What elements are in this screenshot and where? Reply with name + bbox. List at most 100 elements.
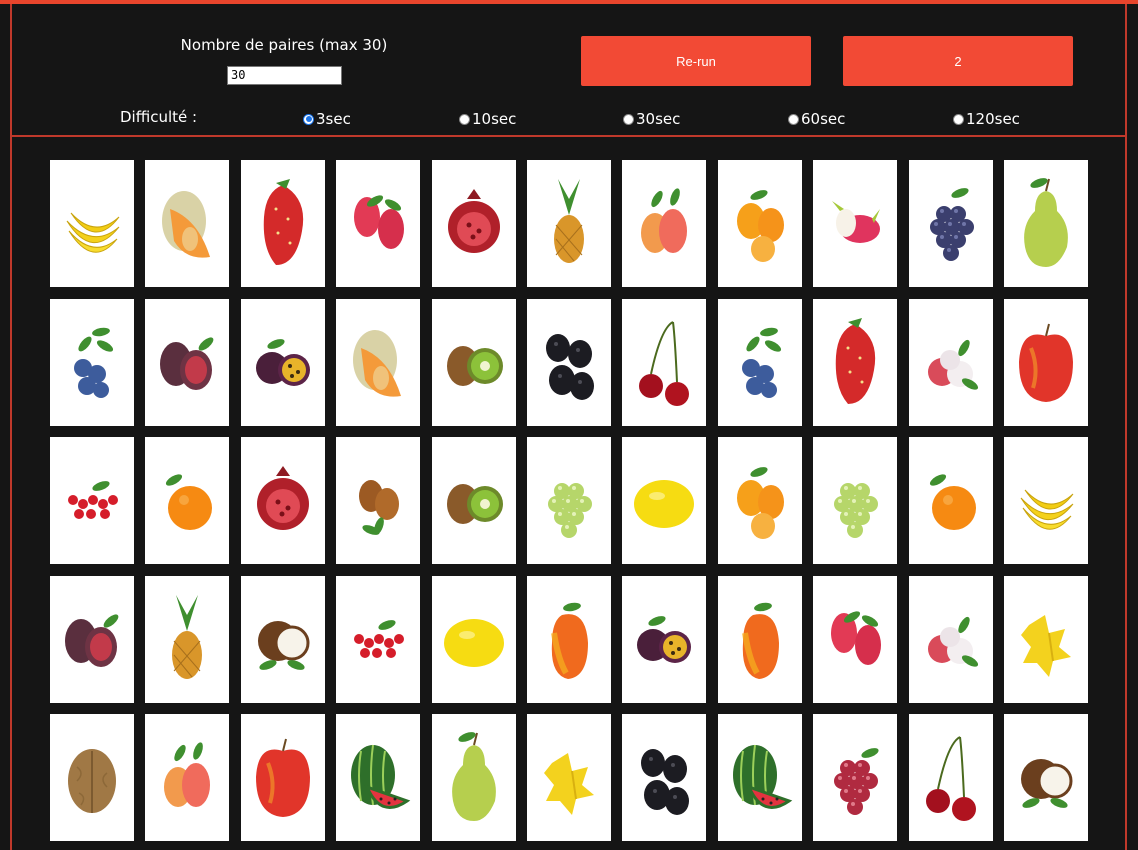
radio-icon[interactable] (459, 113, 470, 125)
grapes-green-icon (548, 482, 592, 538)
card-hazelnut[interactable] (336, 437, 420, 564)
card-redcurrant[interactable] (50, 437, 134, 564)
radio-icon[interactable] (303, 113, 314, 125)
card-passionfruit[interactable] (622, 576, 706, 703)
difficulty-option-120sec[interactable]: 120sec (953, 110, 1020, 128)
card-banana[interactable] (50, 160, 134, 287)
card-pineapple[interactable] (145, 576, 229, 703)
card-kumquat[interactable] (718, 160, 802, 287)
grapes-purple-icon (930, 187, 974, 261)
pineapple-icon (172, 594, 202, 679)
pairs-input[interactable]: 30 (227, 66, 342, 85)
strawberry-icon (835, 317, 876, 404)
card-blueberry[interactable] (718, 299, 802, 426)
card-pomegranate[interactable] (241, 437, 325, 564)
difficulty-option-label: 120sec (966, 110, 1020, 128)
fig-icon (160, 336, 214, 390)
card-strawberry[interactable] (241, 160, 325, 287)
difficulty-option-10sec[interactable]: 10sec (459, 110, 516, 128)
grapes-green-icon (834, 482, 878, 538)
card-pomegranate[interactable] (432, 160, 516, 287)
pomegranate-icon (448, 188, 500, 253)
card-lychee[interactable] (909, 576, 993, 703)
apple-icon (1019, 323, 1073, 402)
lemon-icon (634, 479, 694, 528)
card-dragonfruit[interactable] (813, 160, 897, 287)
card-lemon[interactable] (432, 576, 516, 703)
difficulty-option-3sec[interactable]: 3sec (303, 110, 351, 128)
kiwi-icon (447, 345, 503, 386)
radio-icon[interactable] (953, 113, 964, 125)
card-raspberry[interactable] (336, 160, 420, 287)
grapes-red-icon (834, 747, 879, 815)
card-strawberry[interactable] (813, 299, 897, 426)
card-mango[interactable] (527, 576, 611, 703)
card-kiwi[interactable] (432, 299, 516, 426)
radio-icon[interactable] (623, 113, 634, 125)
difficulty-option-30sec[interactable]: 30sec (623, 110, 680, 128)
card-raspberry[interactable] (813, 576, 897, 703)
card-starfruit[interactable] (1004, 576, 1088, 703)
radio-icon[interactable] (788, 113, 799, 125)
card-cantaloupe[interactable] (336, 299, 420, 426)
card-lychee[interactable] (909, 299, 993, 426)
raspberry-icon (354, 194, 404, 249)
card-cherry[interactable] (622, 299, 706, 426)
passionfruit-icon (256, 338, 310, 386)
card-cantaloupe[interactable] (145, 160, 229, 287)
card-kumquat[interactable] (718, 437, 802, 564)
orange-icon (165, 473, 212, 530)
card-coconut[interactable] (1004, 714, 1088, 841)
orange-icon (929, 473, 976, 530)
cantaloupe-icon (162, 190, 210, 258)
card-banana[interactable] (1004, 437, 1088, 564)
card-apple[interactable] (1004, 299, 1088, 426)
card-grapes-purple[interactable] (909, 160, 993, 287)
cherry-icon (926, 735, 976, 821)
banana-icon (1020, 489, 1074, 530)
card-blueberry[interactable] (50, 299, 134, 426)
difficulty-option-label: 3sec (316, 110, 351, 128)
card-passionfruit[interactable] (241, 299, 325, 426)
walnut-icon (68, 748, 116, 813)
hazelnut-icon (359, 479, 399, 535)
difficulty-label: Difficulté : (120, 108, 198, 126)
card-cherry[interactable] (909, 714, 993, 841)
difficulty-option-60sec[interactable]: 60sec (788, 110, 845, 128)
card-lemon[interactable] (622, 437, 706, 564)
card-grapes-green[interactable] (527, 437, 611, 564)
card-peach[interactable] (145, 714, 229, 841)
card-fig[interactable] (145, 299, 229, 426)
card-blackberry[interactable] (622, 714, 706, 841)
card-orange[interactable] (145, 437, 229, 564)
card-watermelon[interactable] (718, 714, 802, 841)
card-peach[interactable] (622, 160, 706, 287)
card-watermelon[interactable] (336, 714, 420, 841)
lychee-icon (928, 339, 979, 390)
cherry-icon (639, 320, 689, 406)
blueberry-icon (742, 327, 782, 398)
card-pear[interactable] (1004, 160, 1088, 287)
card-redcurrant[interactable] (336, 576, 420, 703)
card-pineapple[interactable] (527, 160, 611, 287)
card-pear[interactable] (432, 714, 516, 841)
card-apple[interactable] (241, 714, 325, 841)
card-blackberry[interactable] (527, 299, 611, 426)
counter-button[interactable]: 2 (843, 36, 1073, 86)
rerun-button[interactable]: Re-run (581, 36, 811, 86)
watermelon-icon (733, 744, 793, 809)
card-starfruit[interactable] (527, 714, 611, 841)
card-grapes-green[interactable] (813, 437, 897, 564)
blueberry-icon (74, 327, 114, 398)
card-kiwi[interactable] (432, 437, 516, 564)
card-fig[interactable] (50, 576, 134, 703)
card-orange[interactable] (909, 437, 993, 564)
card-coconut[interactable] (241, 576, 325, 703)
card-walnut[interactable] (50, 714, 134, 841)
redcurrant-icon (354, 619, 404, 658)
card-mango[interactable] (718, 576, 802, 703)
card-grapes-red[interactable] (813, 714, 897, 841)
coconut-icon (1021, 758, 1073, 808)
mango-icon (551, 602, 588, 679)
pear-icon (1024, 177, 1068, 267)
